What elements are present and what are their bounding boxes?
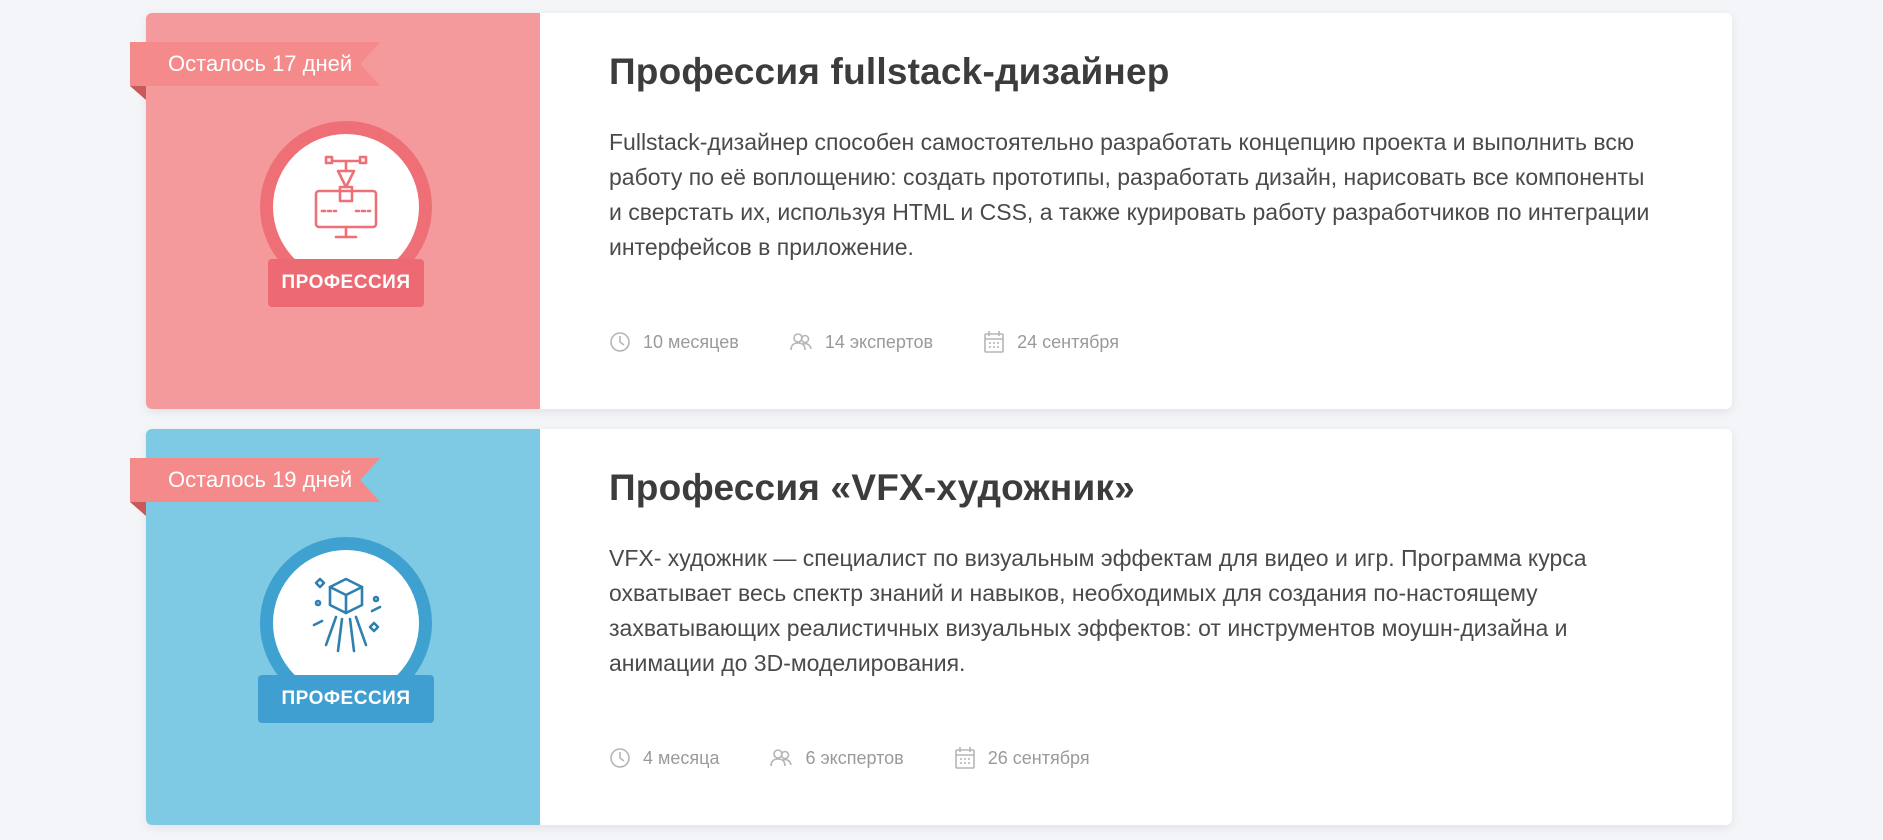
users-icon bbox=[790, 333, 812, 351]
experts: 14 экспертов bbox=[789, 331, 933, 353]
badge-label: ПРОФЕССИЯ bbox=[268, 259, 424, 307]
start-date: 26 сентября bbox=[954, 746, 1090, 770]
start-date-text: 26 сентября bbox=[987, 747, 1090, 768]
users-icon bbox=[770, 749, 793, 767]
course-description: VFX- художник — специалист по визуальным… bbox=[609, 545, 1587, 676]
ribbon-fold bbox=[130, 502, 146, 516]
3d-cube-icon bbox=[312, 577, 382, 653]
clock-icon bbox=[610, 748, 630, 768]
duration: 10 месяцев bbox=[609, 331, 739, 353]
start-date-text: 24 сентября bbox=[1017, 331, 1119, 352]
course-title[interactable]: Профессия «VFX-художник» bbox=[609, 467, 1135, 509]
duration-text: 4 месяца bbox=[643, 747, 720, 768]
course-cover: Осталось 17 дней ПРОФЕССИЯ bbox=[130, 13, 540, 409]
course-description: Fullstack-дизайнер способен самостоятель… bbox=[609, 129, 1650, 260]
profession-badge: ПРОФЕССИЯ bbox=[260, 121, 432, 313]
course-meta: 4 месяца 6 экспертов 26 сентября bbox=[609, 746, 1090, 770]
course-info: Профессия «VFX-художник» VFX- художник —… bbox=[540, 429, 1732, 825]
course-meta: 10 месяцев 14 экспертов 24 сентября bbox=[609, 330, 1119, 354]
duration-text: 10 месяцев bbox=[643, 331, 739, 352]
design-tool-icon bbox=[314, 155, 378, 239]
experts: 6 экспертов bbox=[769, 747, 904, 769]
experts-text: 14 экспертов bbox=[824, 331, 934, 352]
duration: 4 месяца bbox=[609, 747, 719, 769]
experts-text: 6 экспертов bbox=[805, 747, 904, 768]
ribbon-fold bbox=[130, 86, 146, 100]
days-left-ribbon: Осталось 17 дней bbox=[130, 42, 381, 86]
calendar-icon bbox=[984, 331, 1004, 353]
clock-icon bbox=[610, 332, 630, 352]
calendar-icon bbox=[954, 747, 975, 769]
course-info: Профессия fullstack-дизайнер Fullstack-д… bbox=[540, 13, 1732, 409]
profession-badge: ПРОФЕССИЯ bbox=[258, 537, 434, 729]
badge-label: ПРОФЕССИЯ bbox=[258, 675, 434, 723]
course-title[interactable]: Профессия fullstack-дизайнер bbox=[609, 51, 1170, 93]
course-cover: Осталось 19 дней ПРОФЕССИЯ bbox=[130, 429, 540, 825]
days-left-ribbon: Осталось 19 дней bbox=[130, 458, 381, 502]
start-date: 24 сентября bbox=[983, 330, 1119, 354]
course-card-vfx-artist[interactable]: Осталось 19 дней ПРОФЕССИЯ Профессия «VF… bbox=[130, 429, 1732, 825]
course-card-fullstack-designer[interactable]: Осталось 17 дней ПРОФЕССИЯ Профессия ful bbox=[130, 13, 1732, 409]
